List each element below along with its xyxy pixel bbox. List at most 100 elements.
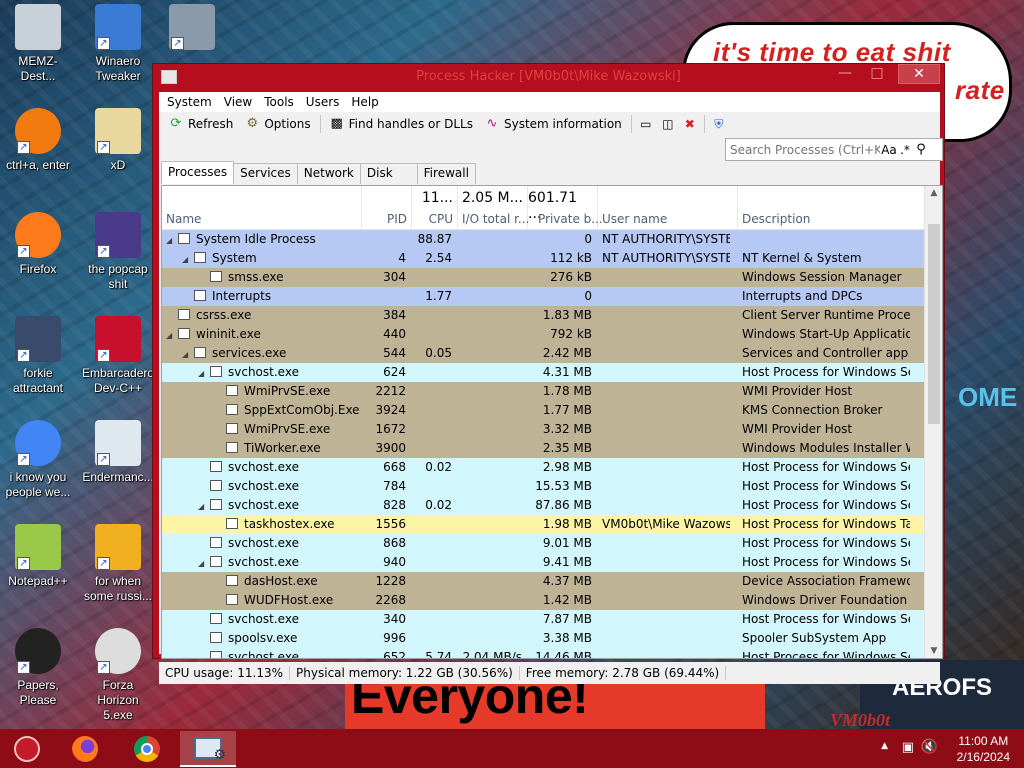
desktop-icon-notepad-plus[interactable]: ↗ Notepad++ bbox=[2, 524, 74, 589]
process-name-cell: ◢ svchost.exe bbox=[198, 365, 299, 379]
process-row[interactable]: WUDFHost.exe 2268 1.42 MB Windows Driver Fo… bbox=[162, 591, 924, 610]
process-row[interactable]: csrss.exe 384 1.83 MB Client Server Runtime… bbox=[162, 306, 924, 325]
taskbar-chrome[interactable] bbox=[124, 731, 170, 767]
process-row[interactable]: WmiPrvSE.exe 2212 1.78 MB WMI Provider Host bbox=[162, 382, 924, 401]
column-user[interactable]: User name bbox=[598, 186, 738, 230]
process-row[interactable]: ◢ svchost.exe 940 9.41 MB Host Process for W… bbox=[162, 553, 924, 572]
column-description[interactable]: Description bbox=[738, 186, 918, 230]
minimize-button[interactable]: — bbox=[830, 64, 860, 84]
find-handles-button[interactable]: ▩ Find handles or DLLs bbox=[324, 113, 479, 135]
desktop-icon-windows-stack[interactable]: ↗ bbox=[156, 4, 228, 54]
title-bar[interactable]: Process Hacker [VM0b0t\Mike Wazowski] — … bbox=[153, 64, 944, 92]
desktop-icon-devcpp[interactable]: ↗ Embarcadero Dev-C++ bbox=[82, 316, 154, 396]
tab-services[interactable]: Services bbox=[233, 163, 298, 184]
process-hacker-window[interactable]: Process Hacker [VM0b0t\Mike Wazowski] — … bbox=[152, 63, 945, 684]
search-box[interactable]: Aa .* ⚲ bbox=[725, 138, 943, 161]
tree-expander-icon[interactable]: ◢ bbox=[198, 559, 206, 568]
desktop-icon-die[interactable]: ↗ for when some russi... bbox=[82, 524, 154, 604]
tree-expander-icon[interactable]: ◢ bbox=[166, 236, 174, 245]
desktop-icon-flash[interactable]: ↗ Forza Horizon 5.exe bbox=[82, 628, 154, 723]
terminate-icon[interactable]: ✖ bbox=[679, 114, 701, 134]
window-icon[interactable]: ▭ bbox=[635, 114, 657, 134]
tab-disk[interactable]: Disk bbox=[359, 163, 418, 184]
taskbar-process-hacker[interactable]: ⚙ bbox=[180, 731, 236, 767]
process-row[interactable]: ◢ System 4 2.54 112 kB NT AUTHORITY\SYSTEM NT … bbox=[162, 249, 924, 268]
tab-network[interactable]: Network bbox=[296, 163, 361, 184]
process-desc-cell: WMI Provider Host bbox=[742, 422, 853, 436]
system-information-button[interactable]: ∿ System information bbox=[479, 113, 628, 135]
desktop-icon-window-app[interactable]: ↗ Endermanc... bbox=[82, 420, 154, 485]
column-cpu[interactable]: 11... CPU bbox=[412, 186, 458, 230]
taskbar-firefox[interactable] bbox=[62, 731, 108, 767]
desktop-icon-firefox[interactable]: ↗ Firefox bbox=[2, 212, 74, 277]
close-button[interactable]: ✕ bbox=[898, 64, 940, 84]
process-row[interactable]: spoolsv.exe 996 3.38 MB Spooler SubSystem A… bbox=[162, 629, 924, 648]
menu-view[interactable]: View bbox=[218, 95, 258, 109]
desktop-icon-popcap[interactable]: ↗ the popcap shit bbox=[82, 212, 154, 292]
process-row[interactable]: ◢ svchost.exe 624 4.31 MB Host Process for W… bbox=[162, 363, 924, 382]
tree-expander-icon[interactable]: ◢ bbox=[166, 331, 174, 340]
scroll-thumb[interactable] bbox=[928, 224, 940, 424]
regex-toggle[interactable]: .* bbox=[898, 143, 912, 157]
search-icon[interactable]: ⚲ bbox=[912, 142, 930, 157]
process-row[interactable]: ◢ svchost.exe 828 0.02 87.86 MB Host Process … bbox=[162, 496, 924, 515]
desktop-icon-ring[interactable]: ↗ ctrl+a, enter bbox=[2, 108, 74, 173]
tree-expander-icon[interactable]: ◢ bbox=[182, 350, 190, 359]
process-row[interactable]: smss.exe 304 276 kB Windows Session Manager bbox=[162, 268, 924, 287]
shield-icon[interactable]: ⛨ bbox=[708, 114, 730, 134]
shortcut-arrow-icon: ↗ bbox=[17, 349, 30, 362]
process-row[interactable]: svchost.exe 784 15.53 MB Host Process for W… bbox=[162, 477, 924, 496]
maximize-button[interactable]: □ bbox=[862, 64, 892, 84]
show-window-icon[interactable]: ◫ bbox=[657, 114, 679, 134]
options-button[interactable]: ⚙ Options bbox=[239, 113, 316, 135]
process-row[interactable]: WmiPrvSE.exe 1672 3.32 MB WMI Provider Host bbox=[162, 420, 924, 439]
show-hidden-icons[interactable]: ▲ bbox=[881, 741, 888, 751]
tree-expander-icon[interactable]: ◢ bbox=[198, 502, 206, 511]
process-row[interactable]: svchost.exe 868 9.01 MB Host Process for Wi… bbox=[162, 534, 924, 553]
process-priv-cell: 1.42 MB bbox=[542, 593, 592, 607]
process-row[interactable]: svchost.exe 652 5.74 2.04 MB/s 14.46 MB Host … bbox=[162, 648, 924, 658]
menu-help[interactable]: Help bbox=[345, 95, 384, 109]
process-row[interactable]: SppExtComObj.Exe 3924 1.77 MB KMS Connectio… bbox=[162, 401, 924, 420]
desktop-icon-chrome[interactable]: ↗ i know you people we... bbox=[2, 420, 74, 500]
shortcut-arrow-icon: ↗ bbox=[17, 453, 30, 466]
clock[interactable]: 11:00 AM 2/16/2024 bbox=[957, 733, 1010, 765]
menu-users[interactable]: Users bbox=[300, 95, 346, 109]
column-cpu-total: 11... bbox=[421, 190, 453, 206]
column-io[interactable]: 2.05 M... I/O total r... bbox=[458, 186, 529, 230]
vertical-scrollbar[interactable]: ▲ ▼ bbox=[924, 186, 942, 658]
scroll-up-arrow[interactable]: ▲ bbox=[925, 188, 942, 198]
case-sensitive-toggle[interactable]: Aa bbox=[880, 143, 898, 157]
process-desc-cell: Spooler SubSystem App bbox=[742, 631, 887, 645]
desktop-icon-hxd[interactable]: ↗ xD bbox=[82, 108, 154, 173]
process-row[interactable]: TiWorker.exe 3900 2.35 MB Windows Modules I… bbox=[162, 439, 924, 458]
process-row[interactable]: svchost.exe 668 0.02 2.98 MB Host Process fo… bbox=[162, 458, 924, 477]
column-name[interactable]: Name bbox=[162, 186, 362, 230]
column-pid[interactable]: PID bbox=[362, 186, 412, 230]
volume-muted-icon[interactable]: 🔇 bbox=[921, 739, 938, 755]
tree-expander-icon[interactable]: ◢ bbox=[182, 255, 190, 264]
scroll-down-arrow[interactable]: ▼ bbox=[925, 646, 942, 656]
process-row[interactable]: ◢ System Idle Process 88.87 0 NT AUTHORITY\S… bbox=[162, 230, 924, 249]
taskbar-memz[interactable] bbox=[4, 731, 50, 767]
tab-processes[interactable]: Processes bbox=[161, 161, 235, 184]
menu-tools[interactable]: Tools bbox=[258, 95, 300, 109]
network-icon[interactable]: ▣ bbox=[902, 740, 914, 755]
tree-expander-icon[interactable]: ◢ bbox=[198, 369, 206, 378]
menu-system[interactable]: System bbox=[161, 95, 218, 109]
desktop-icon-winaero[interactable]: ↗ Winaero Tweaker bbox=[82, 4, 154, 84]
desktop-icon-monitor-gear[interactable]: ↗ forkie attractant bbox=[2, 316, 74, 396]
refresh-button[interactable]: ⟳ Refresh bbox=[163, 113, 239, 135]
desktop-icon-recycle-bin[interactable]: MEMZ-Dest... bbox=[2, 4, 74, 84]
desktop-icon-papers-please[interactable]: ↗ Papers, Please bbox=[2, 628, 74, 708]
process-row[interactable]: svchost.exe 340 7.87 MB Host Process for Wi… bbox=[162, 610, 924, 629]
process-row[interactable]: dasHost.exe 1228 4.37 MB Device Association… bbox=[162, 572, 924, 591]
process-row[interactable]: Interrupts 1.77 0 Interrupts and DPCs bbox=[162, 287, 924, 306]
process-row[interactable]: taskhostex.exe 1556 1.98 MB VM0b0t\Mike Waz… bbox=[162, 515, 924, 534]
process-tree[interactable]: Name PID 11... CPU 2.05 M... I/O total r… bbox=[161, 185, 943, 659]
search-input[interactable] bbox=[730, 142, 880, 157]
tab-firewall[interactable]: Firewall bbox=[416, 163, 476, 184]
column-private-bytes[interactable]: 601.71 ... Private b... bbox=[528, 186, 603, 230]
process-row[interactable]: ◢ services.exe 544 0.05 2.42 MB Services and … bbox=[162, 344, 924, 363]
process-row[interactable]: ◢ wininit.exe 440 792 kB Windows Start-Up Ap… bbox=[162, 325, 924, 344]
